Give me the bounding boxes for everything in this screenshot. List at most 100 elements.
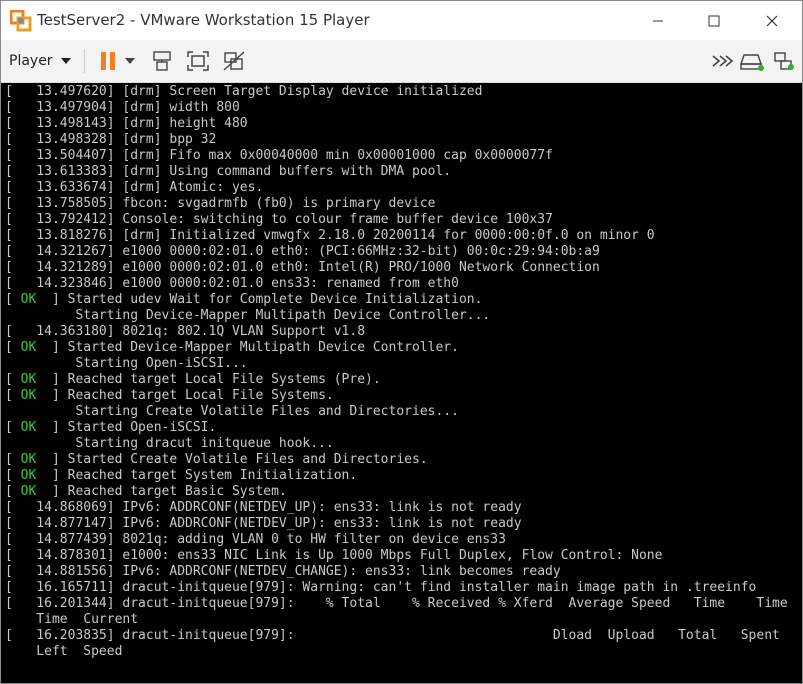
console-line-text: 13.497904] [drm] width 800 <box>20 100 240 115</box>
console-line: Left Speed <box>5 644 788 660</box>
console-line: [ OK ] Reached target Local File Systems… <box>5 388 788 404</box>
console-line-bracket: [ <box>5 484 21 499</box>
console-line: [ 13.758505] fbcon: svgadrmfb (fb0) is p… <box>5 196 788 212</box>
status-ok-badge: OK <box>20 372 37 387</box>
console-line-bracket: [ <box>5 148 21 163</box>
hard-disk-icon <box>740 54 764 71</box>
console-line-bracket: [ <box>5 500 21 515</box>
console-line-bracket: [ <box>5 292 21 307</box>
console-line-bracket: [ <box>5 276 21 291</box>
network-adapter-button[interactable] <box>771 49 797 73</box>
console-line: [ 13.497620] [drm] Screen Target Display… <box>5 84 788 100</box>
console-line: [ 14.323846] e1000 0000:02:01.0 ens33: r… <box>5 276 788 292</box>
console-line: [ 14.321267] e1000 0000:02:01.0 eth0: (P… <box>5 244 788 260</box>
network-adapter-icon <box>774 52 794 70</box>
pause-icon <box>101 52 115 70</box>
console-line: Starting Create Volatile Files and Direc… <box>5 404 788 420</box>
console-line-bracket: [ <box>5 340 21 355</box>
forward-icon <box>712 55 733 67</box>
console-line-bracket: [ <box>5 388 21 403</box>
console-line-bracket: [ <box>5 228 21 243</box>
unity-icon <box>223 51 245 71</box>
toolbar: Player <box>1 40 802 83</box>
console-line-text: 14.868069] IPv6: ADDRCONF(NETDEV_UP): en… <box>20 500 522 515</box>
fullscreen-icon <box>187 51 209 71</box>
console-line: [ 14.363180] 8021q: 802.1Q VLAN Support … <box>5 324 788 340</box>
minimize-button[interactable] <box>630 1 686 40</box>
console-line-text: 16.203835] dracut-initqueue[979]: Dload … <box>20 628 780 643</box>
console-line: [ 13.498328] [drm] bpp 32 <box>5 132 788 148</box>
console-line-bracket: [ <box>5 132 21 147</box>
console-line: [ 16.203835] dracut-initqueue[979]: Dloa… <box>5 628 788 644</box>
console-line-text: ] Started udev Wait for Complete Device … <box>36 292 483 307</box>
pause-button[interactable] <box>95 49 121 73</box>
chevron-down-icon <box>125 58 135 64</box>
console-line-text: Starting dracut initqueue hook... <box>5 436 334 451</box>
console-line-bracket: [ <box>5 372 21 387</box>
status-ok-badge: OK <box>20 484 37 499</box>
console-line-text: 13.792412] Console: switching to colour … <box>20 212 553 227</box>
console-line: Starting Device-Mapper Multipath Device … <box>5 308 788 324</box>
title-bar[interactable]: TestServer2 - VMware Workstation 15 Play… <box>1 1 802 40</box>
console-line-text: ] Reached target Local File Systems. <box>36 388 334 403</box>
console-line-bracket: [ <box>5 324 21 339</box>
console-line-text: ] Reached target Basic System. <box>36 484 287 499</box>
console-line-text: Starting Open-iSCSI... <box>5 356 248 371</box>
console-line-text: ] Started Create Volatile Files and Dire… <box>36 452 428 467</box>
console-line: [ 16.165711] dracut-initqueue[979]: Warn… <box>5 580 788 596</box>
maximize-icon <box>708 15 720 26</box>
maximize-button[interactable] <box>686 1 742 40</box>
window-title: TestServer2 - VMware Workstation 15 Play… <box>37 11 370 29</box>
vmware-player-window: TestServer2 - VMware Workstation 15 Play… <box>0 0 803 684</box>
status-ok-badge: OK <box>20 292 37 307</box>
console-line-text: 13.633674] [drm] Atomic: yes. <box>20 180 264 195</box>
console-line: [ 13.613383] [drm] Using command buffers… <box>5 164 788 180</box>
console-line-bracket: [ <box>5 212 21 227</box>
send-ctrl-alt-del-button[interactable] <box>149 49 175 73</box>
console-line-bracket: [ <box>5 452 21 467</box>
console-line-bracket: [ <box>5 196 21 211</box>
console-line-bracket: [ <box>5 180 21 195</box>
forward-button[interactable] <box>709 49 735 73</box>
console-line-text: 13.498328] [drm] bpp 32 <box>20 132 217 147</box>
console-line-text: Left Speed <box>5 644 123 659</box>
console-line: [ 14.877439] 8021q: adding VLAN 0 to HW … <box>5 532 788 548</box>
console-line-bracket: [ <box>5 596 21 611</box>
status-ok-badge: OK <box>20 340 37 355</box>
console-line: [ OK ] Started udev Wait for Complete De… <box>5 292 788 308</box>
console-line-bracket: [ <box>5 468 21 483</box>
console-line-text: 14.877147] IPv6: ADDRCONF(NETDEV_UP): en… <box>20 516 522 531</box>
console-line-text: 13.498143] [drm] height 480 <box>20 116 248 131</box>
console-line-bracket: [ <box>5 532 21 547</box>
status-ok-badge: OK <box>20 420 37 435</box>
console-line-text: 14.363180] 8021q: 802.1Q VLAN Support v1… <box>20 324 366 339</box>
console-line: [ OK ] Reached target System Initializat… <box>5 468 788 484</box>
console-line-bracket: [ <box>5 260 21 275</box>
power-options-dropdown[interactable] <box>121 49 139 73</box>
unity-button[interactable] <box>221 49 247 73</box>
console-line-bracket: [ <box>5 420 21 435</box>
console-line-bracket: [ <box>5 516 21 531</box>
console-line: [ OK ] Reached target Local File Systems… <box>5 372 788 388</box>
toolbar-divider <box>84 49 85 73</box>
console-line: [ 13.498143] [drm] height 480 <box>5 116 788 132</box>
console-line-text: 14.323846] e1000 0000:02:01.0 ens33: ren… <box>20 276 459 291</box>
console-line-bracket: [ <box>5 164 21 179</box>
vm-console-screen[interactable]: [ 13.497620] [drm] Screen Target Display… <box>1 83 802 683</box>
console-line-text: 13.613383] [drm] Using command buffers w… <box>20 164 452 179</box>
console-line-text: 14.321289] e1000 0000:02:01.0 eth0: Inte… <box>20 260 600 275</box>
console-line-text: 13.758505] fbcon: svgadrmfb (fb0) is pri… <box>20 196 436 211</box>
console-line-bracket: [ <box>5 100 21 115</box>
player-menu-label: Player <box>9 53 53 69</box>
console-line: [ OK ] Started Create Volatile Files and… <box>5 452 788 468</box>
console-line: [ 13.818276] [drm] Initialized vmwgfx 2.… <box>5 228 788 244</box>
fullscreen-button[interactable] <box>185 49 211 73</box>
close-button[interactable] <box>744 1 800 40</box>
console-line: [ 14.878301] e1000: ens33 NIC Link is Up… <box>5 548 788 564</box>
player-menu-button[interactable]: Player <box>9 48 71 74</box>
removable-devices-button[interactable] <box>739 49 765 73</box>
console-line: [ 13.792412] Console: switching to colou… <box>5 212 788 228</box>
status-ok-badge: OK <box>20 468 37 483</box>
console-line-text: 16.201344] dracut-initqueue[979]: % Tota… <box>20 596 788 611</box>
status-ok-badge: OK <box>20 452 37 467</box>
